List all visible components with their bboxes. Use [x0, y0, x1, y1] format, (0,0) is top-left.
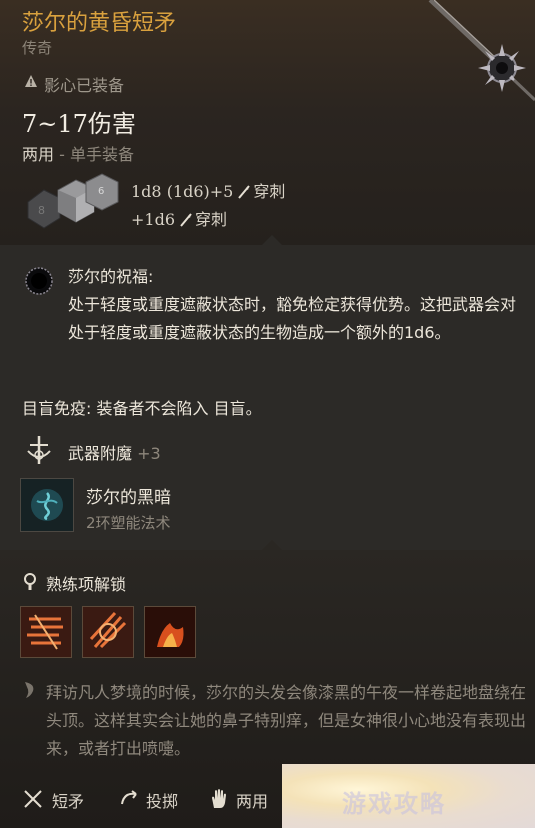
skill-icon-2[interactable] [82, 606, 134, 658]
blind-immunity: 目盲免疫: 装备者不会陷入 目盲。 [22, 399, 262, 418]
pierce-icon [238, 185, 251, 199]
svg-text:8: 8 [38, 204, 45, 217]
item-rarity: 传奇 [22, 39, 53, 57]
tag-short-spear: 短矛 [52, 792, 85, 811]
damage-dice-2: +1d6 [131, 210, 176, 229]
dark-orb-icon [25, 267, 53, 295]
skill-icon-1[interactable] [20, 606, 72, 658]
item-tooltip: 莎尔的黄昏短矛 传奇 影心已装备 7~17伤害 两用 - 单手装备 8 6 1d… [0, 0, 535, 828]
throw-icon [121, 790, 137, 805]
hand-separator: - [54, 145, 70, 164]
spell-level: 2环塑能法术 [86, 514, 171, 532]
spell-name: 莎尔的黑暗 [86, 488, 171, 508]
enchant-value: +3 [137, 444, 161, 463]
shar-darkness-icon [21, 479, 73, 531]
lore-text: 拜访凡人梦境的时候，莎尔的头发会像漆黑的午夜一样卷起地盘绕在头顶。这样其实会让她… [46, 683, 527, 758]
damage-range: 7~17伤害 [22, 110, 136, 138]
watermark-text: 游戏攻略 [342, 790, 446, 818]
warning-icon [25, 75, 37, 87]
weapon-enchantment: 武器附魔 +3 [68, 440, 161, 464]
fire-skill-icon [145, 607, 195, 657]
spear-image [428, 0, 535, 102]
damage-type-1: 穿刺 [253, 182, 286, 201]
skill-icon-3[interactable] [144, 606, 196, 658]
hand-desc: 单手装备 [69, 145, 134, 164]
pierce-icon [180, 213, 192, 227]
damage-line-2: +1d6 穿刺 [131, 206, 227, 230]
proficiency-icon [24, 573, 36, 590]
tag-versatile: 两用 [236, 792, 269, 811]
spell-icon[interactable] [20, 478, 74, 532]
slash-skill-icon [21, 607, 71, 657]
blessing-description: 处于轻度或重度遮蔽状态时，豁免检定获得优势。这把武器会对处于轻度或重度遮蔽状态的… [68, 295, 517, 342]
section-notch [262, 540, 282, 550]
enchant-label: 武器附魔 [68, 444, 133, 463]
svg-text:6: 6 [98, 186, 104, 197]
damage-type-2: 穿刺 [195, 210, 228, 229]
proficiency-title: 熟练项解锁 [46, 575, 127, 594]
equipped-status: 影心已装备 [44, 76, 125, 95]
damage-line-1: 1d8 (1d6)+5 穿刺 [131, 178, 285, 202]
item-name: 莎尔的黄昏短矛 [22, 11, 177, 36]
strike-skill-icon [83, 607, 133, 657]
blessing-title: 莎尔的祝福: [68, 267, 154, 286]
feather-icon [25, 682, 34, 698]
watermark-logo: 游戏攻略 [282, 764, 535, 828]
damage-dice-1: 1d8 (1d6)+5 [131, 182, 234, 201]
enchant-icon [27, 436, 51, 464]
hand-type: 两用 [22, 145, 55, 164]
spear-icon [24, 790, 42, 808]
dice-icon: 8 6 [27, 173, 119, 229]
tag-throw: 投掷 [146, 792, 179, 811]
section-notch [262, 235, 282, 245]
hand-icon [212, 789, 226, 808]
handedness: 两用 - 单手装备 [22, 141, 134, 165]
